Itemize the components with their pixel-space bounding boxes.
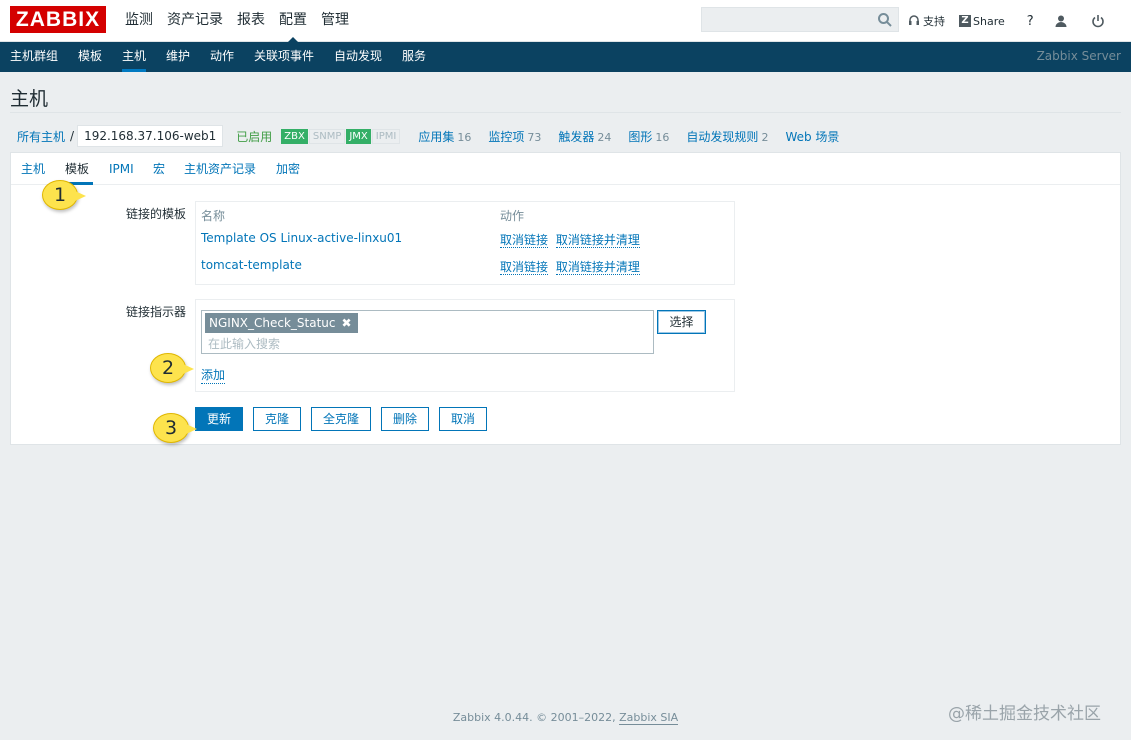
remove-chip-icon[interactable]: ✖	[342, 313, 352, 333]
search-input[interactable]	[701, 7, 899, 32]
full-clone-button[interactable]: 全克隆	[311, 407, 371, 431]
unlink-clear-button[interactable]: 取消链接并清理	[555, 260, 640, 275]
template-actions-row: 取消链接 取消链接并清理	[500, 231, 640, 248]
cancel-button[interactable]: 取消	[439, 407, 487, 431]
add-template-link[interactable]: 添加	[201, 366, 226, 384]
multiselect-placeholder[interactable]: 在此输入搜索	[208, 335, 280, 352]
main-menu: 监测 资产记录 报表 配置 管理	[118, 0, 356, 42]
availability-badges: ZBX SNMP JMX IPMI	[281, 128, 401, 144]
template-multiselect[interactable]: NGINX_Check_Statuc ✖ 在此输入搜索	[201, 310, 654, 354]
host-form-panel: 主机 模板 IPMI 宏 主机资产记录 加密 链接的模板 名称 动作 Templ…	[10, 152, 1121, 445]
share-label: Share	[973, 14, 1005, 28]
link-indicator-label: 链接指示器	[125, 305, 186, 319]
subnav-actions[interactable]: 动作	[210, 42, 234, 72]
chip-label: NGINX_Check_Statuc	[209, 316, 336, 330]
footer-company-link[interactable]: Zabbix SIA	[619, 711, 679, 725]
support-label: 支持	[923, 15, 945, 28]
form-tabs: 主机 模板 IPMI 宏 主机资产记录 加密	[11, 153, 1120, 185]
callout-marker: 2	[150, 353, 194, 383]
search-icon[interactable]	[877, 12, 893, 28]
page-title: 主机	[10, 88, 49, 110]
template-link-tomcat[interactable]: tomcat-template	[201, 258, 302, 272]
template-actions-row: 取消链接 取消链接并清理	[500, 258, 640, 275]
tab-ipmi[interactable]: IPMI	[109, 153, 134, 185]
menu-administration[interactable]: 管理	[314, 0, 356, 42]
subnav-services[interactable]: 服务	[402, 42, 426, 72]
breadcrumb-web-scenarios[interactable]: Web 场景	[785, 128, 839, 145]
breadcrumb-discovery-rules[interactable]: 自动发现规则 2	[686, 128, 768, 145]
callout-marker: 1	[42, 180, 86, 210]
menu-monitoring[interactable]: 监测	[118, 0, 160, 42]
subnav-discovery[interactable]: 自动发现	[334, 42, 382, 72]
footer-text: Zabbix 4.0.44. © 2001–2022,	[452, 711, 616, 724]
subnav-host-groups[interactable]: 主机群组	[10, 42, 58, 72]
help-button[interactable]: ?	[1027, 14, 1034, 29]
share-z-icon: Z	[959, 15, 971, 27]
delete-button[interactable]: 删除	[381, 407, 429, 431]
help-label: ?	[1026, 13, 1034, 29]
breadcrumb-triggers[interactable]: 触发器 24	[558, 128, 611, 145]
power-icon	[1091, 15, 1104, 28]
unlink-clear-button[interactable]: 取消链接并清理	[555, 233, 640, 248]
select-template-button[interactable]: 选择	[657, 310, 706, 334]
badge-zbx: ZBX	[281, 128, 308, 144]
menu-configuration[interactable]: 配置	[272, 0, 314, 42]
breadcrumb-separator: /	[70, 129, 75, 143]
server-name: Zabbix Server	[1036, 49, 1121, 63]
subnav-event-correlation[interactable]: 关联项事件	[254, 42, 314, 72]
selected-template-chip: NGINX_Check_Statuc ✖	[205, 313, 358, 333]
breadcrumb-items[interactable]: 监控项 73	[488, 128, 541, 145]
sub-nav: 主机群组 模板 主机 维护 动作 关联项事件 自动发现 服务 Zabbix Se…	[0, 42, 1131, 72]
callout-marker: 3	[153, 413, 197, 443]
profile-button[interactable]	[1054, 14, 1071, 28]
linked-templates-label: 链接的模板	[125, 207, 186, 221]
user-icon	[1055, 15, 1067, 27]
subnav-templates[interactable]: 模板	[78, 42, 102, 72]
template-link-os-linux[interactable]: Template OS Linux-active-linxu01	[201, 231, 402, 245]
badge-ipmi: IPMI	[371, 128, 401, 144]
title-divider	[10, 112, 1121, 113]
breadcrumb-host[interactable]: 192.168.37.106-web1	[77, 125, 224, 147]
badge-jmx: JMX	[346, 128, 371, 144]
top-bar: ZABBIX 监测 资产记录 报表 配置 管理 支持 Z Share ?	[0, 0, 1131, 42]
col-action-header: 动作	[500, 209, 525, 223]
unlink-button[interactable]: 取消链接	[500, 260, 549, 275]
zabbix-logo[interactable]: ZABBIX	[10, 6, 106, 33]
linked-templates-table: 名称 动作 Template OS Linux-active-linxu01 取…	[195, 201, 735, 285]
subnav-hosts[interactable]: 主机	[122, 42, 147, 72]
breadcrumb-all-hosts[interactable]: 所有主机	[17, 128, 65, 145]
tab-host[interactable]: 主机	[21, 153, 45, 185]
tab-templates[interactable]: 模板	[60, 153, 94, 185]
breadcrumb-graphs[interactable]: 图形 16	[628, 128, 669, 145]
menu-reports[interactable]: 报表	[230, 0, 272, 42]
host-status-enabled[interactable]: 已启用	[236, 128, 272, 145]
support-link[interactable]: 支持	[908, 13, 945, 29]
menu-inventory[interactable]: 资产记录	[160, 0, 230, 42]
headset-icon	[909, 15, 919, 25]
watermark: @稀土掘金技术社区	[948, 704, 1101, 724]
clone-button[interactable]: 克隆	[253, 407, 301, 431]
breadcrumb-applications[interactable]: 应用集 16	[418, 128, 471, 145]
tab-encryption[interactable]: 加密	[276, 153, 300, 185]
signout-button[interactable]	[1091, 14, 1108, 28]
tab-macros[interactable]: 宏	[153, 153, 165, 185]
unlink-button[interactable]: 取消链接	[500, 233, 549, 248]
top-right-tools: 支持 Z Share ?	[908, 0, 1122, 42]
col-name-header: 名称	[201, 209, 226, 223]
link-indicator-box: NGINX_Check_Statuc ✖ 在此输入搜索 选择 添加	[195, 299, 735, 392]
update-button[interactable]: 更新	[195, 407, 243, 431]
share-link[interactable]: Z Share	[959, 15, 1005, 28]
subnav-maintenance[interactable]: 维护	[166, 42, 190, 72]
breadcrumb: 所有主机 / 192.168.37.106-web1 已启用 ZBX SNMP …	[10, 124, 839, 148]
badge-snmp: SNMP	[308, 128, 346, 144]
tab-inventory[interactable]: 主机资产记录	[184, 153, 256, 185]
